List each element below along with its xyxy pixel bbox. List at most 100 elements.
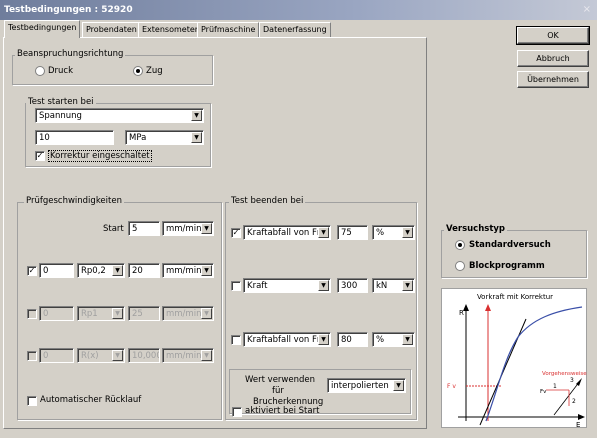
diagram-inset-line bbox=[553, 380, 581, 416]
ok-button[interactable]: OK bbox=[516, 26, 590, 45]
radio-zug-label: Zug bbox=[146, 66, 163, 76]
radio-blockprogramm[interactable] bbox=[455, 261, 465, 271]
speed-row-1-checkbox[interactable]: ✓ bbox=[27, 266, 37, 276]
speed-row-1-unit-select[interactable]: mm/min ▼ bbox=[162, 263, 214, 278]
speed-row-1-point-value: Rp0,2 bbox=[81, 266, 106, 276]
end-row-2-unit-value: kN bbox=[376, 281, 388, 291]
end-row-2-unit-select[interactable]: kN ▼ bbox=[372, 278, 415, 293]
auto-ruecklauf-label: Automatischer Rücklauf bbox=[40, 395, 142, 405]
chevron-down-icon[interactable]: ▼ bbox=[112, 308, 123, 319]
chevron-down-icon[interactable]: ▼ bbox=[393, 380, 404, 391]
speed-row-2-from-input[interactable]: 0 bbox=[39, 306, 74, 321]
procedure-diagram: Vorkraft mit Korrektur R E F v Vorgehens… bbox=[441, 288, 587, 429]
speed-row-2-unit-select[interactable]: mm/min ▼ bbox=[162, 306, 214, 321]
speed-row-3-from-input[interactable]: 0 bbox=[39, 348, 74, 363]
chevron-down-icon[interactable]: ▼ bbox=[201, 308, 212, 319]
end-row-1-unit-select[interactable]: % ▼ bbox=[372, 225, 415, 240]
chevron-down-icon[interactable]: ▼ bbox=[112, 265, 123, 276]
aktiviert-checkbox[interactable] bbox=[232, 407, 242, 417]
end-row-3-criterion-value: Kraftabfall von Fm bbox=[247, 335, 326, 345]
end-row-3-value-input[interactable]: 80 bbox=[337, 332, 368, 347]
diagram-title: Vorkraft mit Korrektur bbox=[477, 293, 553, 301]
wert-verwenden-label-2: für bbox=[272, 386, 284, 396]
tab-extensometer[interactable]: Extensometer bbox=[138, 22, 203, 38]
abbruch-button[interactable]: Abbruch bbox=[517, 50, 589, 67]
end-row-2-criterion-select[interactable]: Kraft ▼ bbox=[243, 278, 331, 293]
procedure-diagram-svg: Vorkraft mit Korrektur R E F v Vorgehens… bbox=[447, 293, 587, 429]
speed-row-2-speed-input[interactable]: 25 bbox=[128, 306, 160, 321]
korrektur-checkbox[interactable]: ✓ bbox=[35, 151, 45, 161]
diagram-inset-n3: 3 bbox=[570, 377, 574, 384]
chevron-down-icon[interactable]: ▼ bbox=[402, 280, 413, 291]
title-bar[interactable]: Testbedingungen : 52920 × bbox=[0, 0, 597, 20]
group-test-beenden-title: Test beenden bei bbox=[229, 196, 306, 206]
aktiviert-label: aktiviert bei Start bbox=[245, 406, 320, 416]
speed-row-2-unit-value: mm/min bbox=[166, 309, 202, 319]
tab-datenerfassung[interactable]: Datenerfassung bbox=[259, 22, 331, 38]
radio-druck[interactable] bbox=[35, 66, 45, 76]
diagram-x-arrowhead bbox=[578, 414, 585, 420]
uebernehmen-button[interactable]: Übernehmen bbox=[517, 71, 589, 88]
wert-verwenden-select[interactable]: interpolierten ▼ bbox=[327, 378, 406, 393]
end-row-1-checkbox[interactable]: ✓ bbox=[231, 228, 241, 238]
chevron-down-icon[interactable]: ▼ bbox=[201, 265, 212, 276]
speed-row-1-point-select[interactable]: Rp0,2 ▼ bbox=[77, 263, 125, 278]
speed-row-3-unit-value: mm/min bbox=[166, 351, 202, 361]
chevron-down-icon[interactable]: ▼ bbox=[191, 132, 202, 143]
speed-row-3-point-select[interactable]: R(x) ▼ bbox=[77, 348, 125, 363]
radio-zug[interactable] bbox=[133, 66, 143, 76]
speed-row-3-checkbox[interactable] bbox=[27, 351, 37, 361]
speed-row-2-point-select[interactable]: Rp1 ▼ bbox=[77, 306, 125, 321]
end-row-2-value-input[interactable]: 300 bbox=[337, 278, 368, 293]
diagram-inset-fv-label: Fv bbox=[540, 389, 547, 395]
diagram-fv-label: F v bbox=[447, 383, 456, 390]
tab-pruefmaschine[interactable]: Prüfmaschine bbox=[197, 22, 260, 38]
diagram-y-label: R bbox=[459, 309, 464, 317]
speed-row-1-unit-value: mm/min bbox=[166, 266, 202, 276]
chevron-down-icon[interactable]: ▼ bbox=[112, 350, 123, 361]
radio-standardversuch[interactable] bbox=[455, 240, 465, 250]
radio-blockprogramm-label: Blockprogramm bbox=[469, 261, 545, 271]
start-mode-select[interactable]: Spannung ▼ bbox=[35, 108, 204, 123]
speed-row-2-checkbox[interactable] bbox=[27, 309, 37, 319]
start-speed-unit-select[interactable]: mm/min ▼ bbox=[162, 221, 214, 236]
start-mode-value: Spannung bbox=[39, 111, 82, 121]
chevron-down-icon[interactable]: ▼ bbox=[318, 227, 329, 238]
start-unit-select[interactable]: MPa ▼ bbox=[125, 130, 204, 145]
chevron-down-icon[interactable]: ▼ bbox=[201, 350, 212, 361]
chevron-down-icon[interactable]: ▼ bbox=[201, 223, 212, 234]
end-row-3-criterion-select[interactable]: Kraftabfall von Fm ▼ bbox=[243, 332, 331, 347]
diagram-y-arrowhead bbox=[463, 304, 469, 311]
start-threshold-input[interactable]: 10 bbox=[35, 130, 114, 145]
end-row-2-checkbox[interactable] bbox=[231, 281, 241, 291]
chevron-down-icon[interactable]: ▼ bbox=[402, 227, 413, 238]
radio-druck-label: Druck bbox=[48, 66, 74, 76]
chevron-down-icon[interactable]: ▼ bbox=[318, 280, 329, 291]
diagram-stress-curve bbox=[485, 306, 583, 422]
end-row-3-checkbox[interactable] bbox=[231, 335, 241, 345]
group-versuchstyp-title: Versuchstyp bbox=[444, 224, 508, 234]
auto-ruecklauf-checkbox[interactable] bbox=[27, 396, 37, 406]
wert-verwenden-value: interpolierten bbox=[331, 381, 389, 391]
end-row-1-criterion-select[interactable]: Kraftabfall von Fm ▼ bbox=[243, 225, 331, 240]
diagram-red-arrowhead bbox=[485, 304, 491, 311]
chevron-down-icon[interactable]: ▼ bbox=[402, 334, 413, 345]
diagram-inset-n2: 2 bbox=[572, 398, 576, 405]
start-speed-input[interactable]: 5 bbox=[128, 221, 160, 236]
speed-row-3-point-value: R(x) bbox=[81, 351, 99, 361]
speed-row-3-speed-input[interactable]: 10,000 bbox=[128, 348, 160, 363]
chevron-down-icon[interactable]: ▼ bbox=[191, 110, 202, 121]
tab-testbedingungen[interactable]: Testbedingungen bbox=[4, 20, 81, 38]
speed-row-1-speed-input[interactable]: 20 bbox=[128, 263, 160, 278]
speed-row-2-point-value: Rp1 bbox=[81, 309, 98, 319]
diagram-x-label: E bbox=[576, 421, 580, 429]
wert-verwenden-label-1: Wert verwenden bbox=[245, 375, 316, 385]
end-row-1-value-input[interactable]: 75 bbox=[337, 225, 368, 240]
close-icon[interactable]: × bbox=[583, 4, 591, 15]
speed-row-3-unit-select[interactable]: mm/min ▼ bbox=[162, 348, 214, 363]
end-row-3-unit-select[interactable]: % ▼ bbox=[372, 332, 415, 347]
tab-probendaten[interactable]: Probendaten bbox=[82, 22, 141, 38]
chevron-down-icon[interactable]: ▼ bbox=[318, 334, 329, 345]
speed-row-1-from-input[interactable]: 0 bbox=[39, 263, 74, 278]
end-row-1-unit-value: % bbox=[376, 228, 385, 238]
